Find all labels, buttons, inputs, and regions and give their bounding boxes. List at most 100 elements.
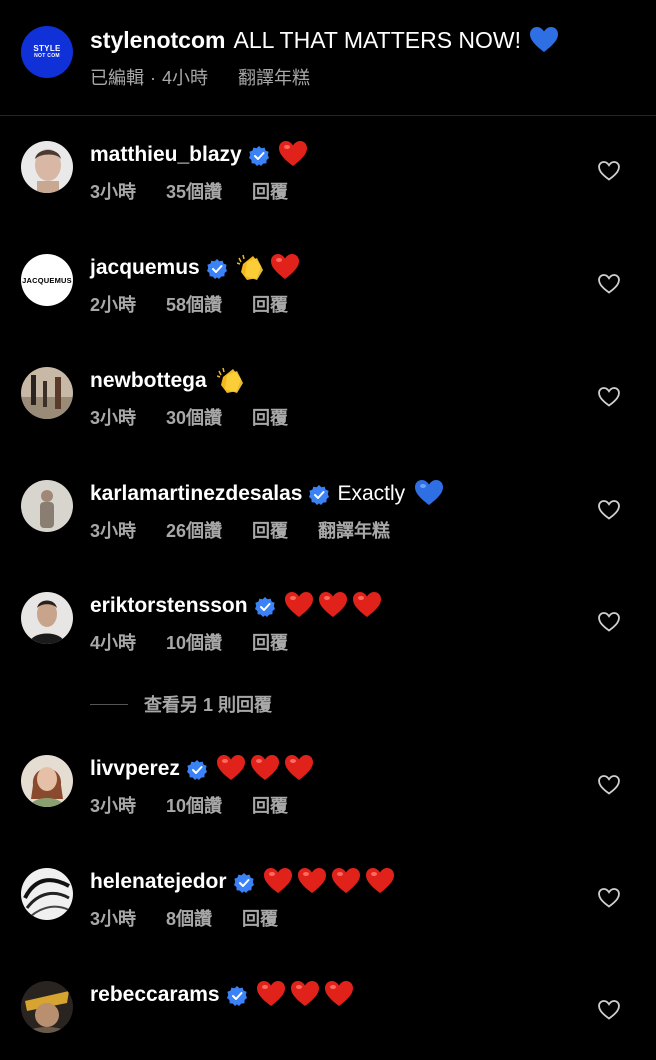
comment-text: Exactly: [337, 482, 406, 505]
comment-text-line: rebeccarams: [90, 980, 359, 1010]
comment-text-line: karlamartinezdesalas Exactly: [90, 479, 449, 509]
like-heart-icon[interactable]: [598, 500, 620, 520]
view-more-replies[interactable]: 查看另 1 則回覆: [90, 692, 272, 716]
red-heart-icon: [297, 868, 326, 896]
verified-badge-icon: [226, 985, 247, 1006]
like-count[interactable]: 35個讚: [166, 180, 222, 204]
comment-emojis: [216, 367, 251, 395]
comment-username[interactable]: livvperez: [90, 754, 180, 784]
like-heart-icon[interactable]: [598, 888, 620, 908]
comment-username[interactable]: newbottega: [90, 366, 207, 396]
comment-text-line: eriktorstensson: [90, 591, 387, 621]
comment-item: eriktorstensson 4小時 10個讚 回覆: [0, 591, 656, 671]
red-heart-icon: [318, 592, 347, 620]
comment-emojis: [216, 755, 319, 783]
red-heart-icon: [352, 592, 381, 620]
avatar-logo-text: STYLE: [33, 44, 61, 53]
avatar[interactable]: [21, 367, 73, 419]
like-count[interactable]: 10個讚: [166, 794, 222, 818]
verified-badge-icon: [254, 596, 275, 617]
avatar[interactable]: [21, 480, 73, 532]
avatar[interactable]: [21, 592, 73, 644]
red-heart-icon: [284, 755, 313, 783]
avatar[interactable]: [21, 141, 73, 193]
verified-badge-icon: [206, 258, 227, 279]
comment-item: newbottega 3小時 30個讚 回覆: [0, 366, 656, 446]
avatar[interactable]: STYLE NOT COM: [21, 26, 73, 78]
comment-meta: 3小時 26個讚 回覆 翻譯年糕: [90, 519, 390, 543]
red-heart-icon: [284, 592, 313, 620]
meta-separator: ·: [150, 68, 156, 88]
verified-badge-icon: [248, 145, 269, 166]
comment-time: 2小時: [90, 295, 137, 315]
red-heart-icon: [331, 868, 360, 896]
avatar[interactable]: JACQUEMUS: [21, 254, 73, 306]
clapping-hands-icon: [236, 254, 265, 282]
edited-label: 已編輯: [90, 68, 144, 88]
like-count[interactable]: 26個讚: [166, 519, 222, 543]
comment-emojis: [278, 141, 313, 169]
blue-heart-icon: [530, 27, 559, 53]
red-heart-icon: [324, 981, 353, 1009]
comment-meta: 3小時 30個讚 回覆: [90, 406, 288, 430]
divider: [90, 703, 128, 705]
comment-item: karlamartinezdesalas Exactly 3小時 26個讚 回覆 翻譯年糕: [0, 479, 656, 559]
translate-button[interactable]: 翻譯年糕: [318, 519, 390, 543]
like-heart-icon[interactable]: [598, 1000, 620, 1020]
comment-text-line: newbottega: [90, 366, 251, 396]
caption-text: ALL THAT MATTERS NOW!: [233, 27, 522, 53]
comment-text-line: helenatejedor: [90, 867, 400, 897]
blue-heart-icon: [415, 480, 444, 508]
translate-button[interactable]: 翻譯年糕: [238, 66, 310, 90]
verified-badge-icon: [186, 759, 207, 780]
comment-item: rebeccarams: [0, 980, 656, 1060]
verified-badge-icon: [309, 484, 330, 505]
avatar-logo-text: JACQUEMUS: [22, 275, 72, 285]
avatar[interactable]: [21, 868, 73, 920]
comment-time: 3小時: [90, 796, 137, 816]
comment-text-line: livvperez: [90, 754, 319, 784]
like-count[interactable]: 30個讚: [166, 406, 222, 430]
red-heart-icon: [263, 868, 292, 896]
like-heart-icon[interactable]: [598, 274, 620, 294]
red-heart-icon: [290, 981, 319, 1009]
comment-meta: 4小時 10個讚 回覆: [90, 631, 288, 655]
comment-time: 3小時: [90, 182, 137, 202]
like-heart-icon[interactable]: [598, 775, 620, 795]
comment-emojis: [256, 981, 359, 1009]
comment-username[interactable]: jacquemus: [90, 253, 200, 283]
comment-username[interactable]: rebeccarams: [90, 980, 220, 1010]
comment-text-line: jacquemus: [90, 253, 305, 283]
post-caption: STYLE NOT COM stylenotcom ALL THAT MATTE…: [0, 0, 656, 116]
reply-button[interactable]: 回覆: [252, 180, 288, 204]
like-count[interactable]: 8個讚: [166, 907, 212, 931]
reply-button[interactable]: 回覆: [252, 519, 288, 543]
red-heart-icon: [256, 981, 285, 1009]
comment-item: JACQUEMUS jacquemus 2小時 58個讚 回覆: [0, 253, 656, 333]
avatar[interactable]: [21, 981, 73, 1033]
like-count[interactable]: 58個讚: [166, 293, 222, 317]
comment-emojis: [415, 480, 449, 508]
comment-time: 3小時: [90, 909, 137, 929]
comment-username[interactable]: matthieu_blazy: [90, 140, 242, 170]
caption-username[interactable]: stylenotcom: [90, 24, 225, 56]
reply-button[interactable]: 回覆: [242, 907, 278, 931]
comment-meta: 2小時 58個讚 回覆: [90, 293, 288, 317]
comment-username[interactable]: eriktorstensson: [90, 591, 248, 621]
like-heart-icon[interactable]: [598, 612, 620, 632]
comment-username[interactable]: helenatejedor: [90, 867, 227, 897]
reply-button[interactable]: 回覆: [252, 293, 288, 317]
like-heart-icon[interactable]: [598, 387, 620, 407]
comment-meta: 3小時 10個讚 回覆: [90, 794, 288, 818]
avatar[interactable]: [21, 755, 73, 807]
comment-time: 3小時: [90, 521, 137, 541]
comment-username[interactable]: karlamartinezdesalas: [90, 479, 302, 509]
like-count[interactable]: 10個讚: [166, 631, 222, 655]
comment-item: livvperez 3小時 10個讚 回覆: [0, 754, 656, 834]
like-heart-icon[interactable]: [598, 161, 620, 181]
reply-button[interactable]: 回覆: [252, 406, 288, 430]
reply-button[interactable]: 回覆: [252, 631, 288, 655]
red-heart-icon: [270, 254, 299, 282]
comment-text-line: matthieu_blazy: [90, 140, 313, 170]
reply-button[interactable]: 回覆: [252, 794, 288, 818]
